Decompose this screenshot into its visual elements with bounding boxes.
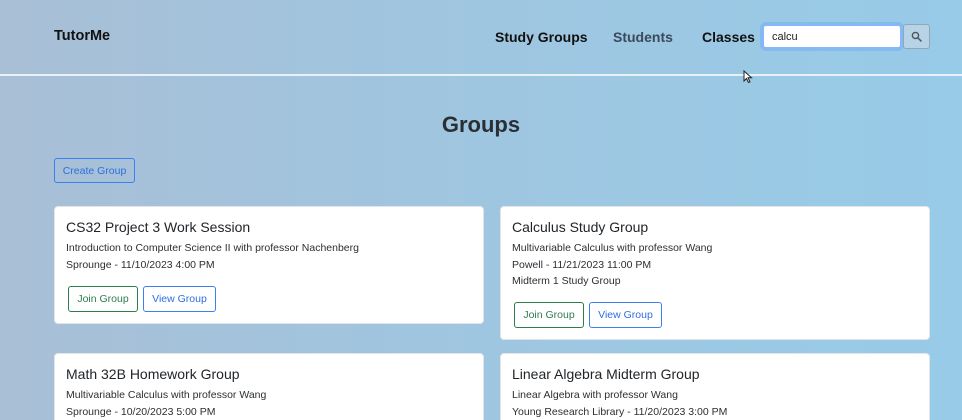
group-card: Math 32B Homework Group Multivariable Ca… xyxy=(54,353,484,420)
group-card: CS32 Project 3 Work Session Introduction… xyxy=(54,206,484,324)
search-icon xyxy=(911,31,922,42)
group-card: Linear Algebra Midterm Group Linear Alge… xyxy=(500,353,930,420)
nav-study-groups[interactable]: Study Groups xyxy=(495,29,588,45)
group-title: Math 32B Homework Group xyxy=(66,366,240,382)
group-course: Introduction to Computer Science II with… xyxy=(66,242,359,254)
group-note: Midterm 1 Study Group xyxy=(512,275,621,287)
group-title: Calculus Study Group xyxy=(512,219,649,235)
join-group-button[interactable]: Join Group xyxy=(514,302,584,328)
mouse-cursor-icon xyxy=(743,70,753,84)
group-title: Linear Algebra Midterm Group xyxy=(512,366,700,382)
view-group-button[interactable]: View Group xyxy=(143,286,216,312)
brand-logo[interactable]: TutorMe xyxy=(54,28,110,44)
navbar: TutorMe Study Groups Students Classes xyxy=(0,0,962,76)
join-group-button[interactable]: Join Group xyxy=(68,286,138,312)
group-location-time: Sprounge - 11/10/2023 4:00 PM xyxy=(66,259,215,271)
group-location-time: Young Research Library - 11/20/2023 3:00… xyxy=(512,406,728,418)
group-course: Linear Algebra with professor Wang xyxy=(512,389,678,401)
search-button[interactable] xyxy=(903,24,930,49)
group-title: CS32 Project 3 Work Session xyxy=(66,219,251,235)
search-input[interactable] xyxy=(762,24,902,49)
group-course: Multivariable Calculus with professor Wa… xyxy=(66,389,267,401)
group-course: Multivariable Calculus with professor Wa… xyxy=(512,242,713,254)
view-group-button[interactable]: View Group xyxy=(589,302,662,328)
page-title: Groups xyxy=(441,112,521,137)
nav-students[interactable]: Students xyxy=(613,29,673,45)
group-location-time: Sprounge - 10/20/2023 5:00 PM xyxy=(66,406,216,418)
group-card: Calculus Study Group Multivariable Calcu… xyxy=(500,206,930,340)
group-location-time: Powell - 11/21/2023 11:00 PM xyxy=(512,259,652,271)
nav-classes[interactable]: Classes xyxy=(702,29,755,45)
create-group-button[interactable]: Create Group xyxy=(54,158,135,183)
